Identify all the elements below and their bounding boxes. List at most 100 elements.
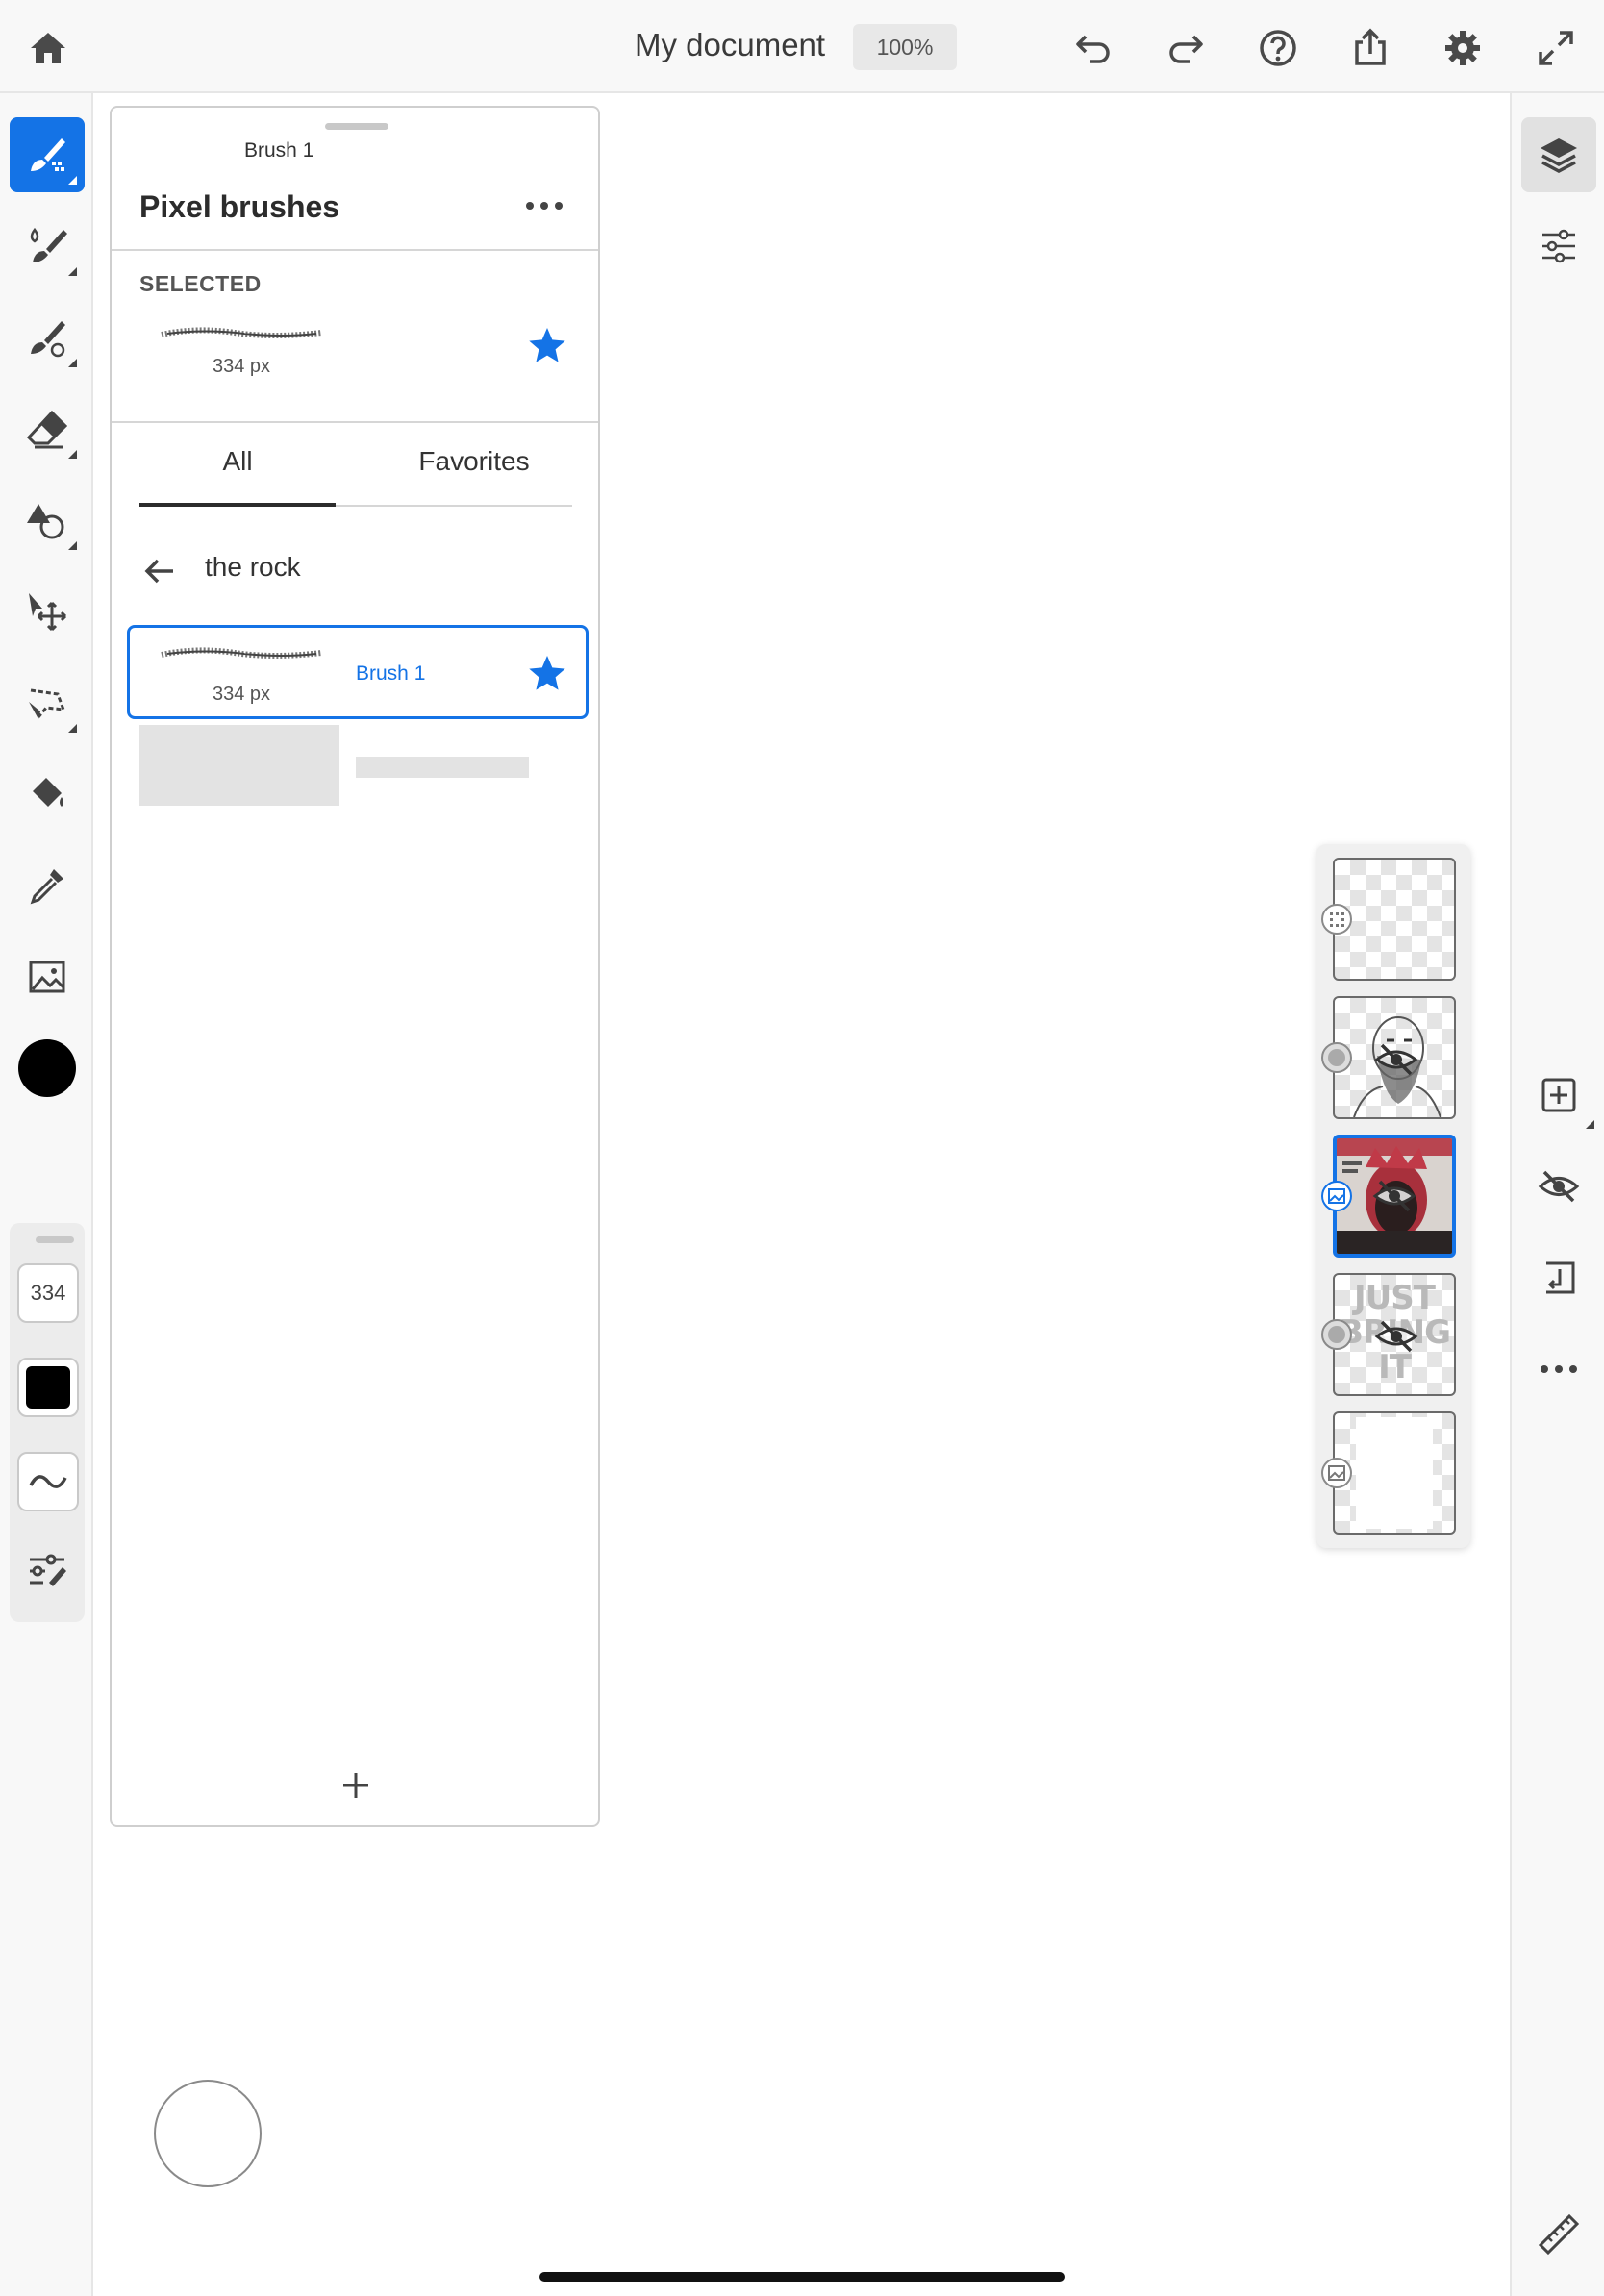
pixel-brush-icon [25,133,69,177]
white-image-fill [1356,1417,1433,1529]
eraser-tool[interactable] [10,391,85,466]
left-toolbar: 334 [0,93,93,2296]
merge-down-button[interactable] [1521,1240,1596,1315]
move-tool[interactable] [10,574,85,649]
back-arrow-icon[interactable] [140,552,179,590]
brush-properties: 334 [10,1223,85,1622]
pixel-layer-badge[interactable] [1321,904,1352,935]
selected-brush-row[interactable]: 334 px Brush 1 [112,139,598,415]
brush-smoothing-button[interactable] [17,1452,79,1511]
live-brush-icon [25,224,69,268]
hidden-eye-icon [1374,1043,1418,1076]
paint-bucket-tool[interactable] [10,757,85,832]
top-bar: My document 100% [0,0,1604,93]
active-tab-indicator [139,503,336,507]
divider [112,421,598,423]
pixel-grid-icon [1330,912,1344,927]
help-icon[interactable] [1251,21,1305,75]
brush-size-field[interactable]: 334 [17,1263,79,1323]
tab-favorites[interactable]: Favorites [378,446,570,477]
favorite-star-icon[interactable] [527,325,567,365]
share-icon[interactable] [1343,21,1397,75]
brush-color-swatch[interactable] [17,1358,79,1417]
live-brush-tool[interactable] [10,209,85,284]
hide-layer-button[interactable] [1521,1149,1596,1224]
add-layer-button[interactable] [1521,1058,1596,1133]
lasso-select-tool[interactable] [10,665,85,740]
pixel-brushes-panel: Pixel brushes SELECTED 334 px Brush 1 Al… [110,106,600,1827]
brush-size-value: 334 [30,1281,66,1305]
image-layer-badge[interactable] [1321,1458,1352,1488]
image-icon [25,955,69,999]
more-layer-actions-button[interactable] [1521,1332,1596,1407]
ruler-button[interactable] [1521,2197,1596,2272]
eyedropper-tool[interactable] [10,848,85,923]
add-layer-corner-indicator [1586,1120,1594,1129]
merge-down-icon [1537,1256,1581,1300]
loading-placeholder-line [356,757,529,778]
image-icon [1328,1465,1345,1481]
layer-mask-badge[interactable] [1321,1319,1352,1350]
panel-title: Pixel brushes [139,189,340,224]
panel-grip[interactable] [325,123,388,130]
shape-icon [25,498,69,542]
paint-bucket-icon [25,772,69,816]
brush-size-label: 334 px [212,356,271,377]
home-indicator[interactable] [539,2272,1065,2282]
loading-placeholder-thumb [139,725,339,806]
pixel-brush-tool[interactable] [10,117,85,192]
color-swatch-circle [18,1039,76,1097]
brush-stroke-preview [161,327,322,338]
hide-layer-icon [1537,1164,1581,1209]
layer-properties-button[interactable] [1521,209,1596,284]
brush-name: Brush 1 [356,662,426,685]
brush-cursor-preview [154,2080,262,2187]
selected-section-label: SELECTED [139,271,262,296]
hidden-eye-icon [1374,1320,1418,1353]
shape-tool[interactable] [10,483,85,558]
eyedropper-icon [25,863,69,908]
brush-result-item[interactable]: 334 px Brush 1 [127,625,589,719]
brush-properties-grip[interactable] [36,1236,74,1243]
layers-icon [1537,133,1581,177]
color-swatch[interactable] [10,1031,85,1106]
more-icon [1537,1363,1581,1375]
home-icon[interactable] [21,21,75,75]
add-brush-button[interactable] [332,1761,380,1809]
favorite-star-icon[interactable] [527,653,567,693]
place-image-tool[interactable] [10,939,85,1014]
layers-button[interactable] [1521,117,1596,192]
redo-icon[interactable] [1159,21,1213,75]
add-layer-icon [1537,1073,1581,1117]
right-toolbar [1510,93,1604,2296]
hidden-eye-icon [1372,1180,1416,1212]
lasso-select-icon [25,681,69,725]
settings-icon[interactable] [1436,21,1490,75]
image-layer-badge[interactable] [1321,1181,1352,1211]
mask-dot [1328,1326,1345,1343]
brush-size-label: 334 px [212,684,271,705]
brush-color-fill [26,1366,70,1409]
tab-all[interactable]: All [141,446,334,477]
vector-brush-icon [25,315,69,360]
eraser-icon [25,407,69,451]
layer-properties-icon [1537,224,1581,268]
move-icon [25,589,69,634]
zoom-level[interactable]: 100% [853,24,957,70]
vector-brush-tool[interactable] [10,300,85,375]
smoothing-wave-icon [27,1468,69,1495]
layer-mask-badge[interactable] [1321,1042,1352,1073]
plus-icon [339,1769,372,1802]
undo-icon[interactable] [1066,21,1120,75]
more-icon [524,201,564,211]
brush-name: Brush 1 [244,139,314,162]
brush-settings-icon[interactable] [24,1548,70,1594]
search-query: the rock [205,552,301,582]
ruler-icon [1537,2212,1581,2257]
image-icon [1328,1188,1345,1204]
layer-text-line-1: JUST [1354,1279,1436,1317]
fullscreen-icon[interactable] [1529,21,1583,75]
document-title[interactable]: My document [635,27,825,63]
panel-more-button[interactable] [519,187,569,225]
brush-stroke-preview [161,647,322,659]
